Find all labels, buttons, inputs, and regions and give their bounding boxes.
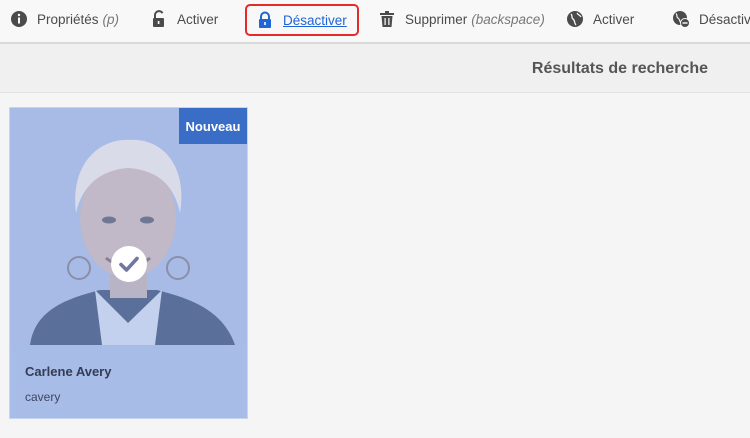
trash-icon <box>378 10 396 28</box>
publish-button[interactable]: Activer <box>566 0 634 38</box>
unpublish-button[interactable]: Désactiver <box>672 0 750 38</box>
deactivate-button[interactable]: Désactiver <box>245 4 359 36</box>
page-title: Résultats de recherche <box>531 60 708 77</box>
user-username: cavery <box>25 390 61 404</box>
deactivate-label: Désactiver <box>283 12 347 28</box>
new-badge: Nouveau <box>179 108 247 144</box>
properties-label: Propriétés <box>37 11 99 27</box>
globe-minus-icon <box>672 10 690 28</box>
title-bar: Résultats de recherche <box>0 44 750 93</box>
delete-label: Supprimer <box>405 11 468 27</box>
activate-label: Activer <box>177 11 219 27</box>
lock-icon <box>256 11 274 29</box>
unlock-icon <box>150 10 168 28</box>
properties-button[interactable]: Propriétés (p) <box>10 0 119 38</box>
properties-shortcut: (p) <box>102 11 120 27</box>
checkmark-icon <box>111 246 147 282</box>
user-card[interactable]: Nouveau Carlene Avery cavery <box>9 107 248 419</box>
action-toolbar: Propriétés (p) Activer Désactiver Suppri… <box>0 0 750 44</box>
publish-label: Activer <box>593 11 635 27</box>
unpublish-label: Désactiver <box>699 11 750 27</box>
globe-icon <box>566 10 584 28</box>
activate-button[interactable]: Activer <box>150 0 218 38</box>
user-full-name: Carlene Avery <box>25 364 112 379</box>
delete-button[interactable]: Supprimer (backspace) <box>378 0 545 38</box>
delete-shortcut: (backspace) <box>471 11 545 27</box>
user-card-meta: Carlene Avery cavery <box>10 345 247 418</box>
info-icon <box>10 10 28 28</box>
